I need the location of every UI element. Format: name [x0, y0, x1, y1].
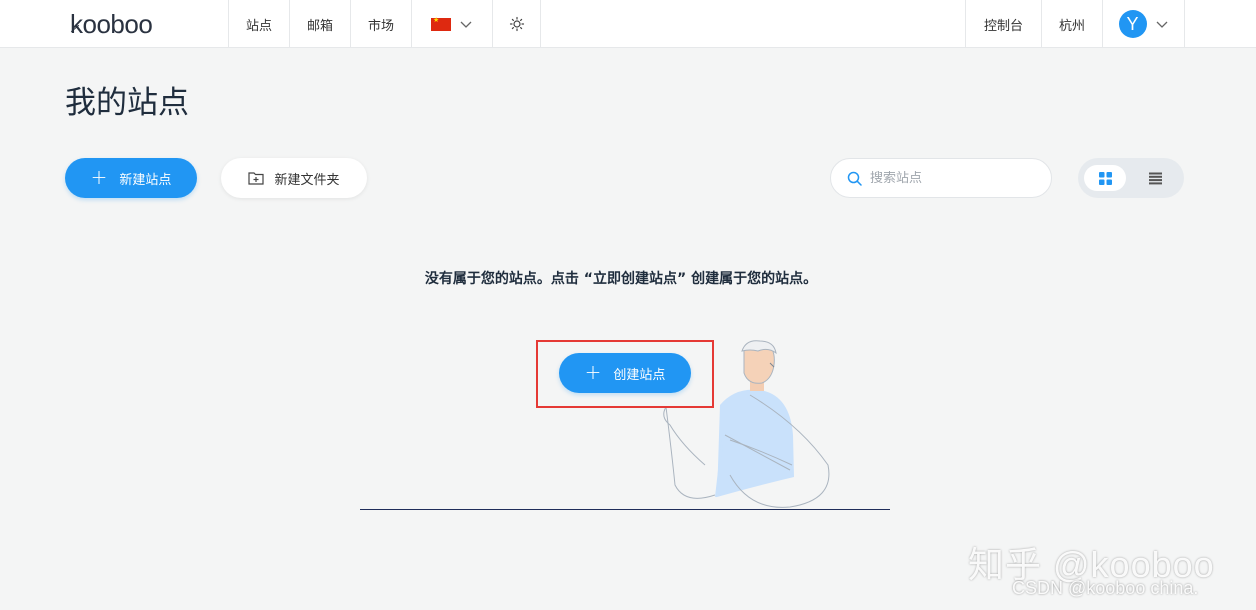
search-input[interactable] — [870, 170, 1030, 186]
page-title: 我的站点 — [65, 85, 189, 121]
sun-icon — [509, 16, 524, 32]
new-site-label: 新建站点 — [119, 172, 172, 188]
search-box — [830, 158, 1052, 198]
list-icon — [1148, 172, 1162, 184]
grid-view-button[interactable] — [1084, 165, 1126, 191]
nav-sites-label: 站点 — [245, 18, 272, 34]
folder-plus-icon — [248, 172, 265, 185]
new-folder-label: 新建文件夹 — [274, 172, 340, 188]
new-site-button[interactable]: + 新建站点 — [65, 158, 197, 198]
region-selector[interactable]: 杭州 — [1041, 0, 1102, 48]
language-selector[interactable] — [411, 0, 492, 48]
view-toggle — [1078, 158, 1184, 198]
nav-mail-label: 邮箱 — [306, 18, 333, 34]
nav-market-label: 市场 — [367, 18, 394, 34]
chevron-down-icon — [460, 21, 472, 28]
nav-console[interactable]: 控制台 — [965, 0, 1041, 48]
highlight-annotation-box — [536, 340, 714, 408]
empty-state-message: 没有属于您的站点。点击 “立即创建站点” 创建属于您的站点。 — [424, 271, 818, 287]
nav-sites[interactable]: 站点 — [228, 0, 289, 48]
plus-icon: + — [90, 165, 108, 189]
grid-icon — [1098, 171, 1112, 185]
nav-market[interactable]: 市场 — [350, 0, 411, 48]
nav-mail[interactable]: 邮箱 — [289, 0, 350, 48]
list-view-button[interactable] — [1134, 165, 1176, 191]
chevron-down-icon — [1156, 21, 1167, 28]
top-bar: kooboo 站点 邮箱 市场 控制台 杭州 Y — [0, 0, 1256, 48]
china-flag-icon — [431, 16, 451, 31]
ground-line — [360, 509, 890, 510]
search-icon — [847, 171, 862, 186]
kooboo-logo[interactable]: kooboo — [70, 8, 153, 40]
new-folder-button[interactable]: 新建文件夹 — [221, 158, 367, 198]
user-menu[interactable]: Y — [1102, 0, 1185, 48]
nav-console-label: 控制台 — [983, 18, 1023, 34]
theme-toggle[interactable] — [492, 0, 541, 48]
avatar-initial: Y — [1126, 13, 1139, 34]
logo-text: kooboo — [70, 9, 153, 39]
avatar: Y — [1118, 10, 1147, 38]
watermark-csdn: CSDN @kooboo china. — [1012, 578, 1199, 598]
region-label: 杭州 — [1058, 18, 1085, 34]
